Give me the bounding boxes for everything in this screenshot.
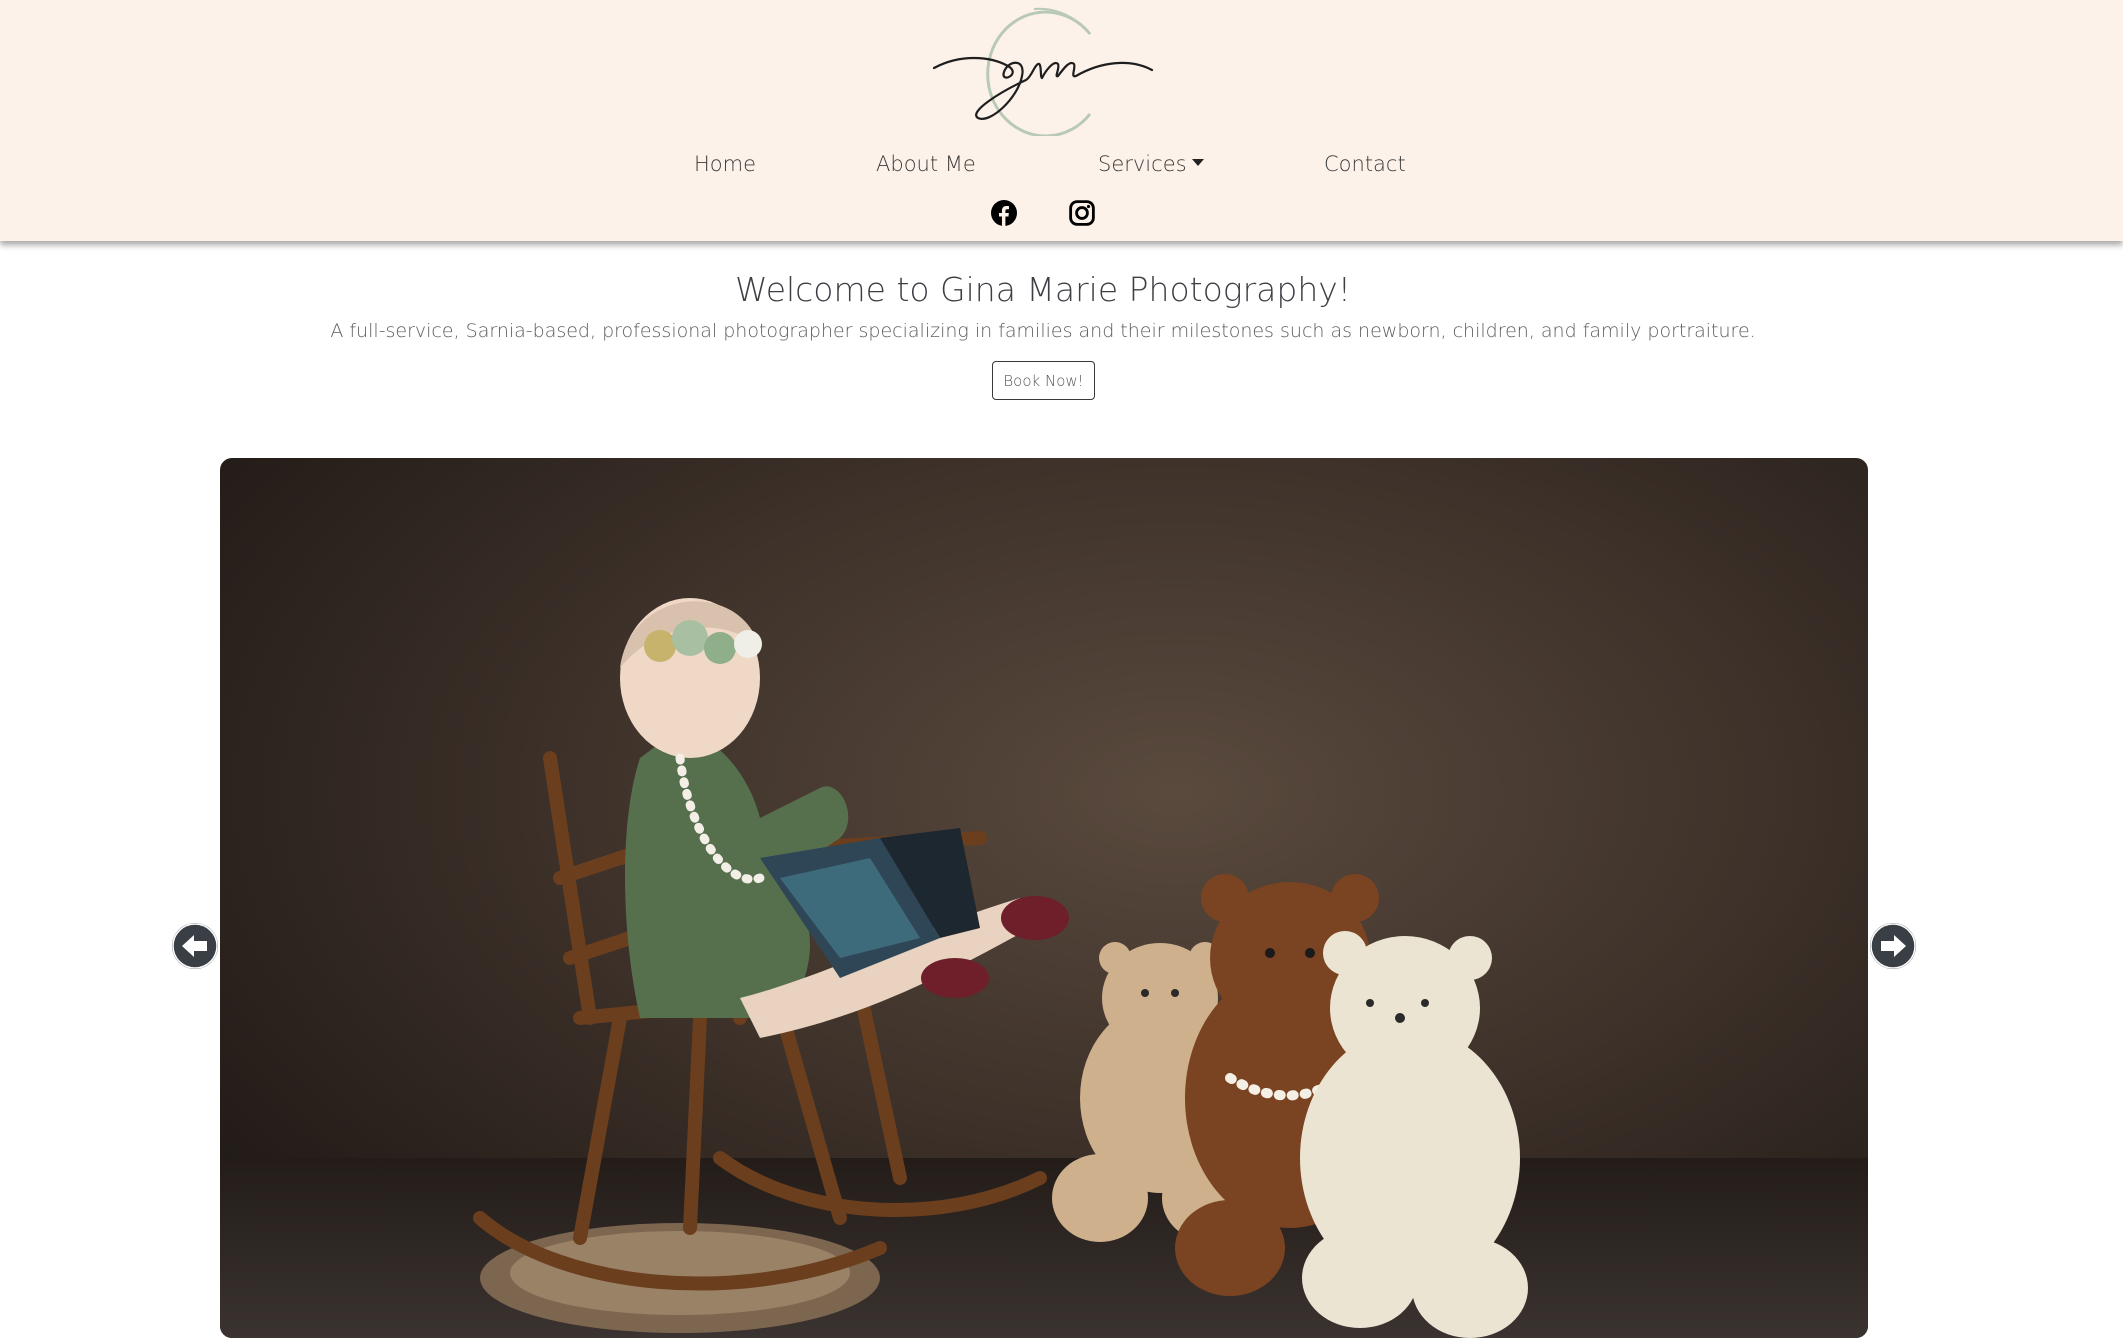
- nav-item-about-me[interactable]: About Me: [876, 148, 976, 180]
- facebook-icon: [991, 200, 1017, 226]
- nav-item-contact[interactable]: Contact: [1324, 148, 1406, 180]
- arrow-left-circle-icon: [172, 923, 218, 969]
- nav-item-services[interactable]: Services: [1098, 148, 1204, 180]
- site-header: Home About Me Services Contact: [0, 0, 2123, 241]
- logo[interactable]: [930, 6, 1154, 138]
- intro-subtitle: A full-service, Sarnia-based, profession…: [330, 320, 1756, 342]
- main-nav: Home About Me Services Contact: [0, 148, 2123, 182]
- caret-down-icon: [1191, 158, 1204, 166]
- carousel-next-button[interactable]: [1870, 923, 1916, 969]
- facebook-link[interactable]: [991, 200, 1017, 226]
- nav-item-home[interactable]: Home: [694, 148, 756, 180]
- nav-item-services-label: Services: [1098, 152, 1187, 176]
- arrow-right-circle-icon: [1870, 923, 1916, 969]
- photo-carousel[interactable]: [220, 458, 1868, 1338]
- carousel-photo: [220, 598, 1868, 1338]
- book-now-button[interactable]: Book Now!: [992, 361, 1095, 400]
- instagram-icon: [1069, 200, 1095, 226]
- page-title: Welcome to Gina Marie Photography!: [735, 270, 1351, 309]
- logo-monogram-icon: [932, 7, 1154, 138]
- carousel-prev-button[interactable]: [172, 923, 218, 969]
- instagram-link[interactable]: [1069, 200, 1095, 226]
